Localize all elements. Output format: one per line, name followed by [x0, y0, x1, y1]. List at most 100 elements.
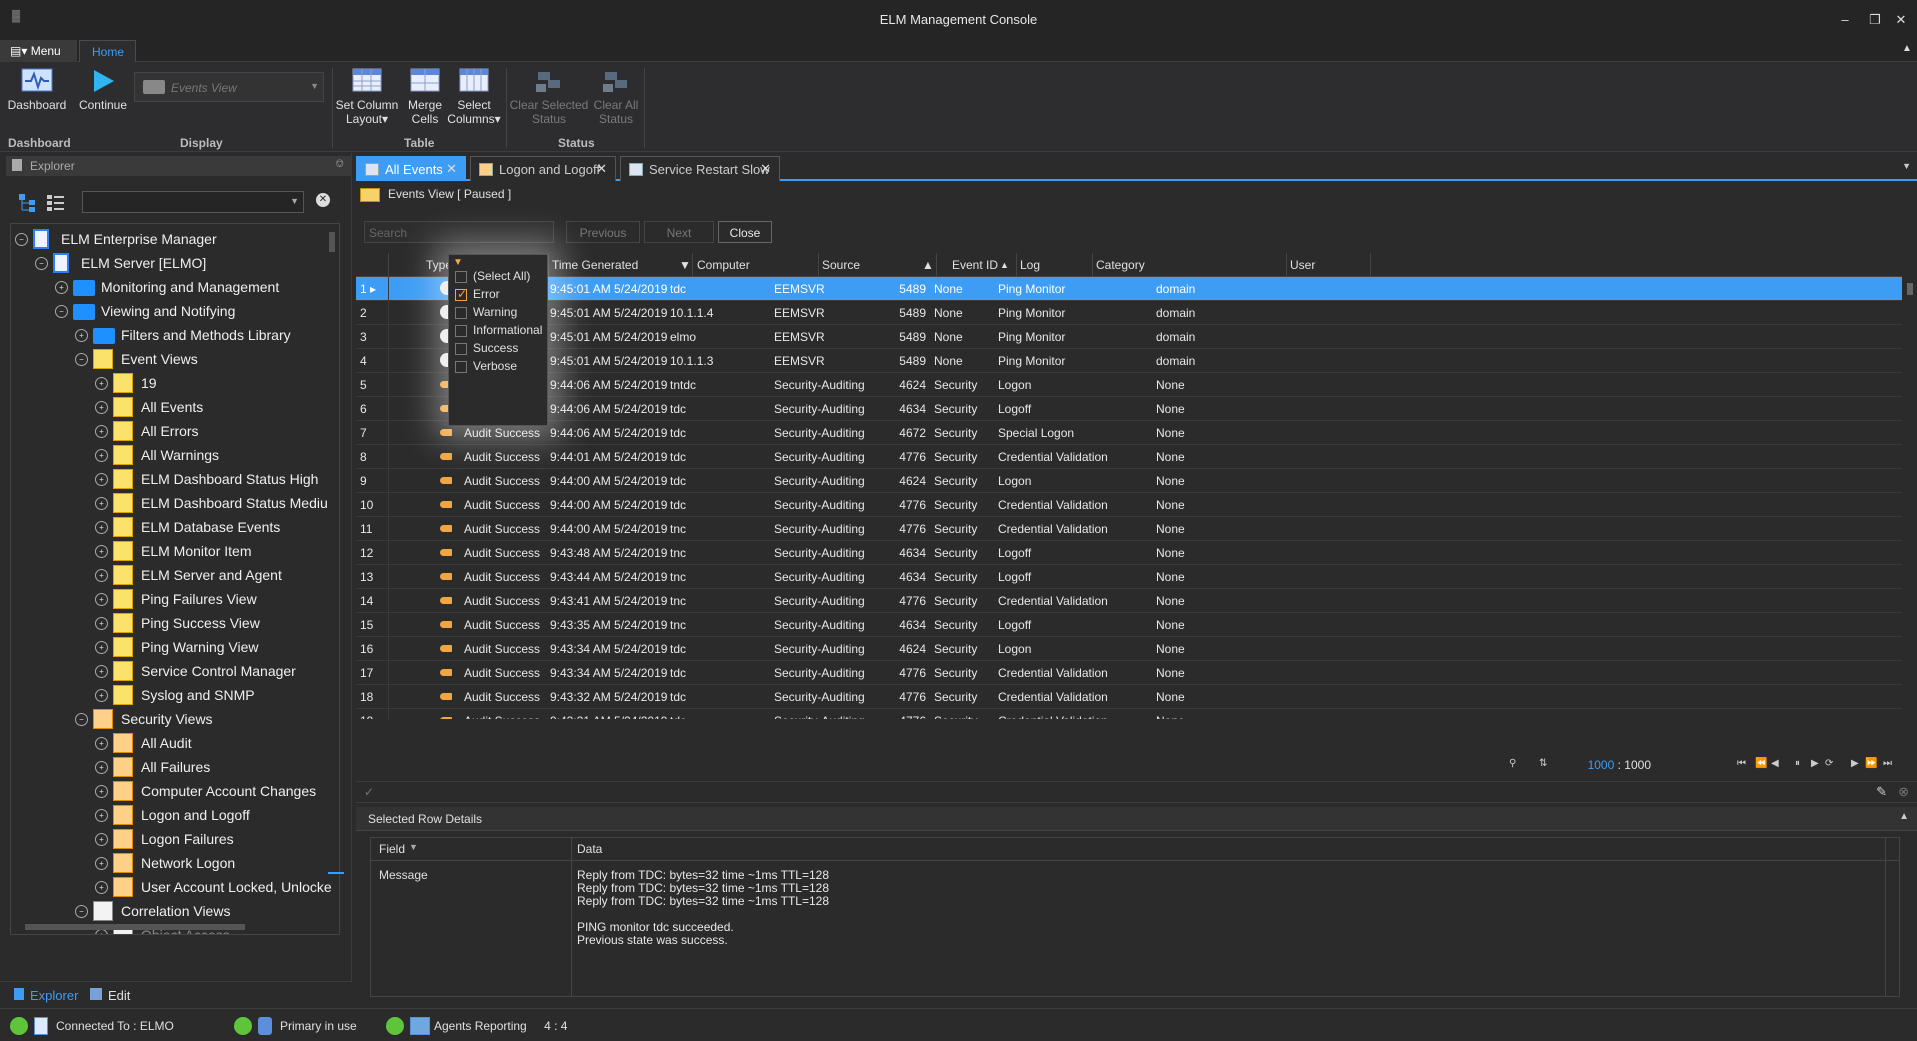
table-row[interactable]: 8 Audit Success 9:44:01 AM 5/24/2019 tdc Sec…: [356, 445, 1902, 469]
column-event-id[interactable]: Event ID: [952, 258, 998, 272]
refresh-icon[interactable]: ⟳: [1825, 758, 1833, 769]
expand-icon[interactable]: +: [95, 833, 108, 846]
close-tab-icon[interactable]: ✕: [446, 161, 457, 177]
filter-option[interactable]: (Select All): [455, 269, 530, 289]
grid-scrollbar[interactable]: [1903, 253, 1917, 719]
close-tab-icon[interactable]: ✕: [596, 161, 607, 177]
list-view-icon[interactable]: [46, 193, 66, 213]
grid-search-input[interactable]: Search: [364, 221, 554, 243]
tree-node[interactable]: + ELM Server and Agent: [95, 564, 337, 588]
column-time-generated[interactable]: Time Generated: [552, 258, 638, 272]
checkbox[interactable]: [455, 287, 467, 301]
expand-icon[interactable]: +: [95, 377, 108, 390]
expand-icon[interactable]: +: [95, 785, 108, 798]
table-row[interactable]: 6 9:44:06 AM 5/24/2019 tdc Security-Auditin…: [356, 397, 1902, 421]
column-source[interactable]: Source: [822, 258, 860, 272]
tree-node[interactable]: + Monitoring and Management: [55, 276, 337, 300]
collapse-icon[interactable]: ▲: [1899, 811, 1909, 822]
expand-icon[interactable]: +: [95, 809, 108, 822]
expand-icon[interactable]: +: [95, 425, 108, 438]
details-scrollbar[interactable]: [1885, 838, 1899, 996]
tab-service-restart-slow[interactable]: Service Restart Slow ✕: [620, 156, 780, 181]
previous-button[interactable]: Previous: [566, 221, 640, 243]
prev-page-icon[interactable]: ⏪: [1755, 758, 1767, 769]
tree-node[interactable]: + All Failures: [95, 756, 337, 780]
expand-icon[interactable]: +: [95, 617, 108, 630]
tree-node[interactable]: + All Errors: [95, 420, 337, 444]
collapse-icon[interactable]: −: [55, 305, 68, 318]
next-button[interactable]: Next: [644, 221, 714, 243]
restore-button[interactable]: ❐: [1866, 12, 1884, 28]
minimize-button[interactable]: –: [1836, 12, 1854, 28]
last-page-icon[interactable]: ⏭: [1883, 758, 1892, 769]
collapse-icon[interactable]: −: [75, 905, 88, 918]
collapse-icon[interactable]: −: [75, 353, 88, 366]
expand-icon[interactable]: +: [55, 281, 68, 294]
clear-all-status-button[interactable]: Clear All Status: [590, 68, 642, 126]
tree-search-input[interactable]: ▼: [82, 191, 304, 213]
table-row[interactable]: 13 Audit Success 9:43:44 AM 5/24/2019 tnc Se…: [356, 565, 1902, 589]
table-row[interactable]: 2 9:45:01 AM 5/24/2019 10.1.1.4 EEMSVR 5489 N…: [356, 301, 1902, 325]
tree-node[interactable]: +19: [95, 372, 337, 396]
filter-option[interactable]: Verbose: [455, 359, 517, 379]
table-row[interactable]: 12 Audit Success 9:43:48 AM 5/24/2019 tnc Se…: [356, 541, 1902, 565]
next-page-icon[interactable]: ⏩: [1865, 758, 1877, 769]
table-row[interactable]: 18 Audit Success 9:43:32 AM 5/24/2019 tdc Se…: [356, 685, 1902, 709]
tree-node[interactable]: + User Account Locked, Unlocke: [95, 876, 337, 900]
tree-horizontal-scrollbar[interactable]: [25, 924, 245, 930]
tree-node[interactable]: − Security Views: [75, 708, 337, 732]
column-user[interactable]: User: [1290, 258, 1315, 272]
table-row[interactable]: 16 Audit Success 9:43:34 AM 5/24/2019 tdc Se…: [356, 637, 1902, 661]
table-row[interactable]: 17 Audit Success 9:43:34 AM 5/24/2019 tdc Se…: [356, 661, 1902, 685]
column-computer[interactable]: Computer: [697, 258, 750, 272]
tree-node[interactable]: + ELM Database Events: [95, 516, 337, 540]
expand-icon[interactable]: +: [95, 881, 108, 894]
tree-node[interactable]: + ELM Monitor Item: [95, 540, 337, 564]
tree-node[interactable]: + Network Logon: [95, 852, 337, 876]
tree-node[interactable]: − Event Views: [75, 348, 337, 372]
close-tab-icon[interactable]: ✕: [760, 161, 771, 177]
tree-node[interactable]: + Logon Failures: [95, 828, 337, 852]
tree-node[interactable]: + ELM Dashboard Status Mediu: [95, 492, 337, 516]
events-view-combo[interactable]: Events View ▼: [134, 72, 324, 102]
continue-button[interactable]: Continue: [76, 68, 130, 112]
expand-icon[interactable]: +: [95, 401, 108, 414]
tab-home[interactable]: Home: [79, 40, 136, 63]
tree-node[interactable]: − ELM Enterprise Manager: [15, 228, 337, 252]
expand-icon[interactable]: +: [95, 857, 108, 870]
expand-icon[interactable]: +: [95, 665, 108, 678]
tree-node[interactable]: + All Warnings: [95, 444, 337, 468]
checkbox[interactable]: [455, 361, 467, 373]
tree-node[interactable]: + ELM Dashboard Status High: [95, 468, 337, 492]
table-row[interactable]: 5 9:44:06 AM 5/24/2019 tntdc Security-Audit…: [356, 373, 1902, 397]
tree-scrollbar[interactable]: [329, 232, 335, 252]
tab-logon-and-logoff[interactable]: Logon and Logoff ✕: [470, 156, 616, 181]
collapse-icon[interactable]: −: [35, 257, 48, 270]
tree-view-icon[interactable]: [18, 193, 38, 213]
table-row[interactable]: 11 Audit Success 9:44:00 AM 5/24/2019 tnc Se…: [356, 517, 1902, 541]
tree-node[interactable]: + Filters and Methods Library: [75, 324, 337, 348]
tree-node[interactable]: − Correlation Views: [75, 900, 337, 924]
expand-icon[interactable]: +: [95, 737, 108, 750]
table-row[interactable]: 14 Audit Success 9:43:41 AM 5/24/2019 tnc Se…: [356, 589, 1902, 613]
expand-icon[interactable]: +: [95, 545, 108, 558]
menu-button[interactable]: ▤▾ Menu: [0, 40, 77, 62]
tree-node[interactable]: + Service Control Manager: [95, 660, 337, 684]
expand-icon[interactable]: +: [95, 641, 108, 654]
tree-node[interactable]: + Syslog and SNMP: [95, 684, 337, 708]
tree-node[interactable]: + Computer Account Changes: [95, 780, 337, 804]
clear-search-icon[interactable]: ✕: [316, 193, 330, 207]
table-row[interactable]: 19 Audit Success 9:43:31 AM 5/24/2019tdc Se…: [356, 709, 1902, 719]
column-category[interactable]: Category: [1096, 258, 1145, 272]
dashboard-button[interactable]: Dashboard: [6, 68, 68, 112]
expand-icon[interactable]: +: [95, 473, 108, 486]
clear-filter-icon[interactable]: ⊗: [1898, 784, 1909, 800]
search-icon[interactable]: ⚲: [1509, 758, 1516, 769]
table-row[interactable]: 1 ▸ 9:45:01 AM 5/24/2019 tdc EEMSVR 5489 None P…: [356, 277, 1902, 301]
tree-node[interactable]: − ELM Server [ELMO]: [35, 252, 337, 276]
checkmark-icon[interactable]: ✓: [364, 785, 374, 799]
checkbox[interactable]: [455, 271, 467, 283]
table-row[interactable]: 15 Audit Success 9:43:35 AM 5/24/2019 tnc Se…: [356, 613, 1902, 637]
tree-node[interactable]: + All Audit: [95, 732, 337, 756]
edit-filter-icon[interactable]: ✎: [1876, 784, 1887, 800]
